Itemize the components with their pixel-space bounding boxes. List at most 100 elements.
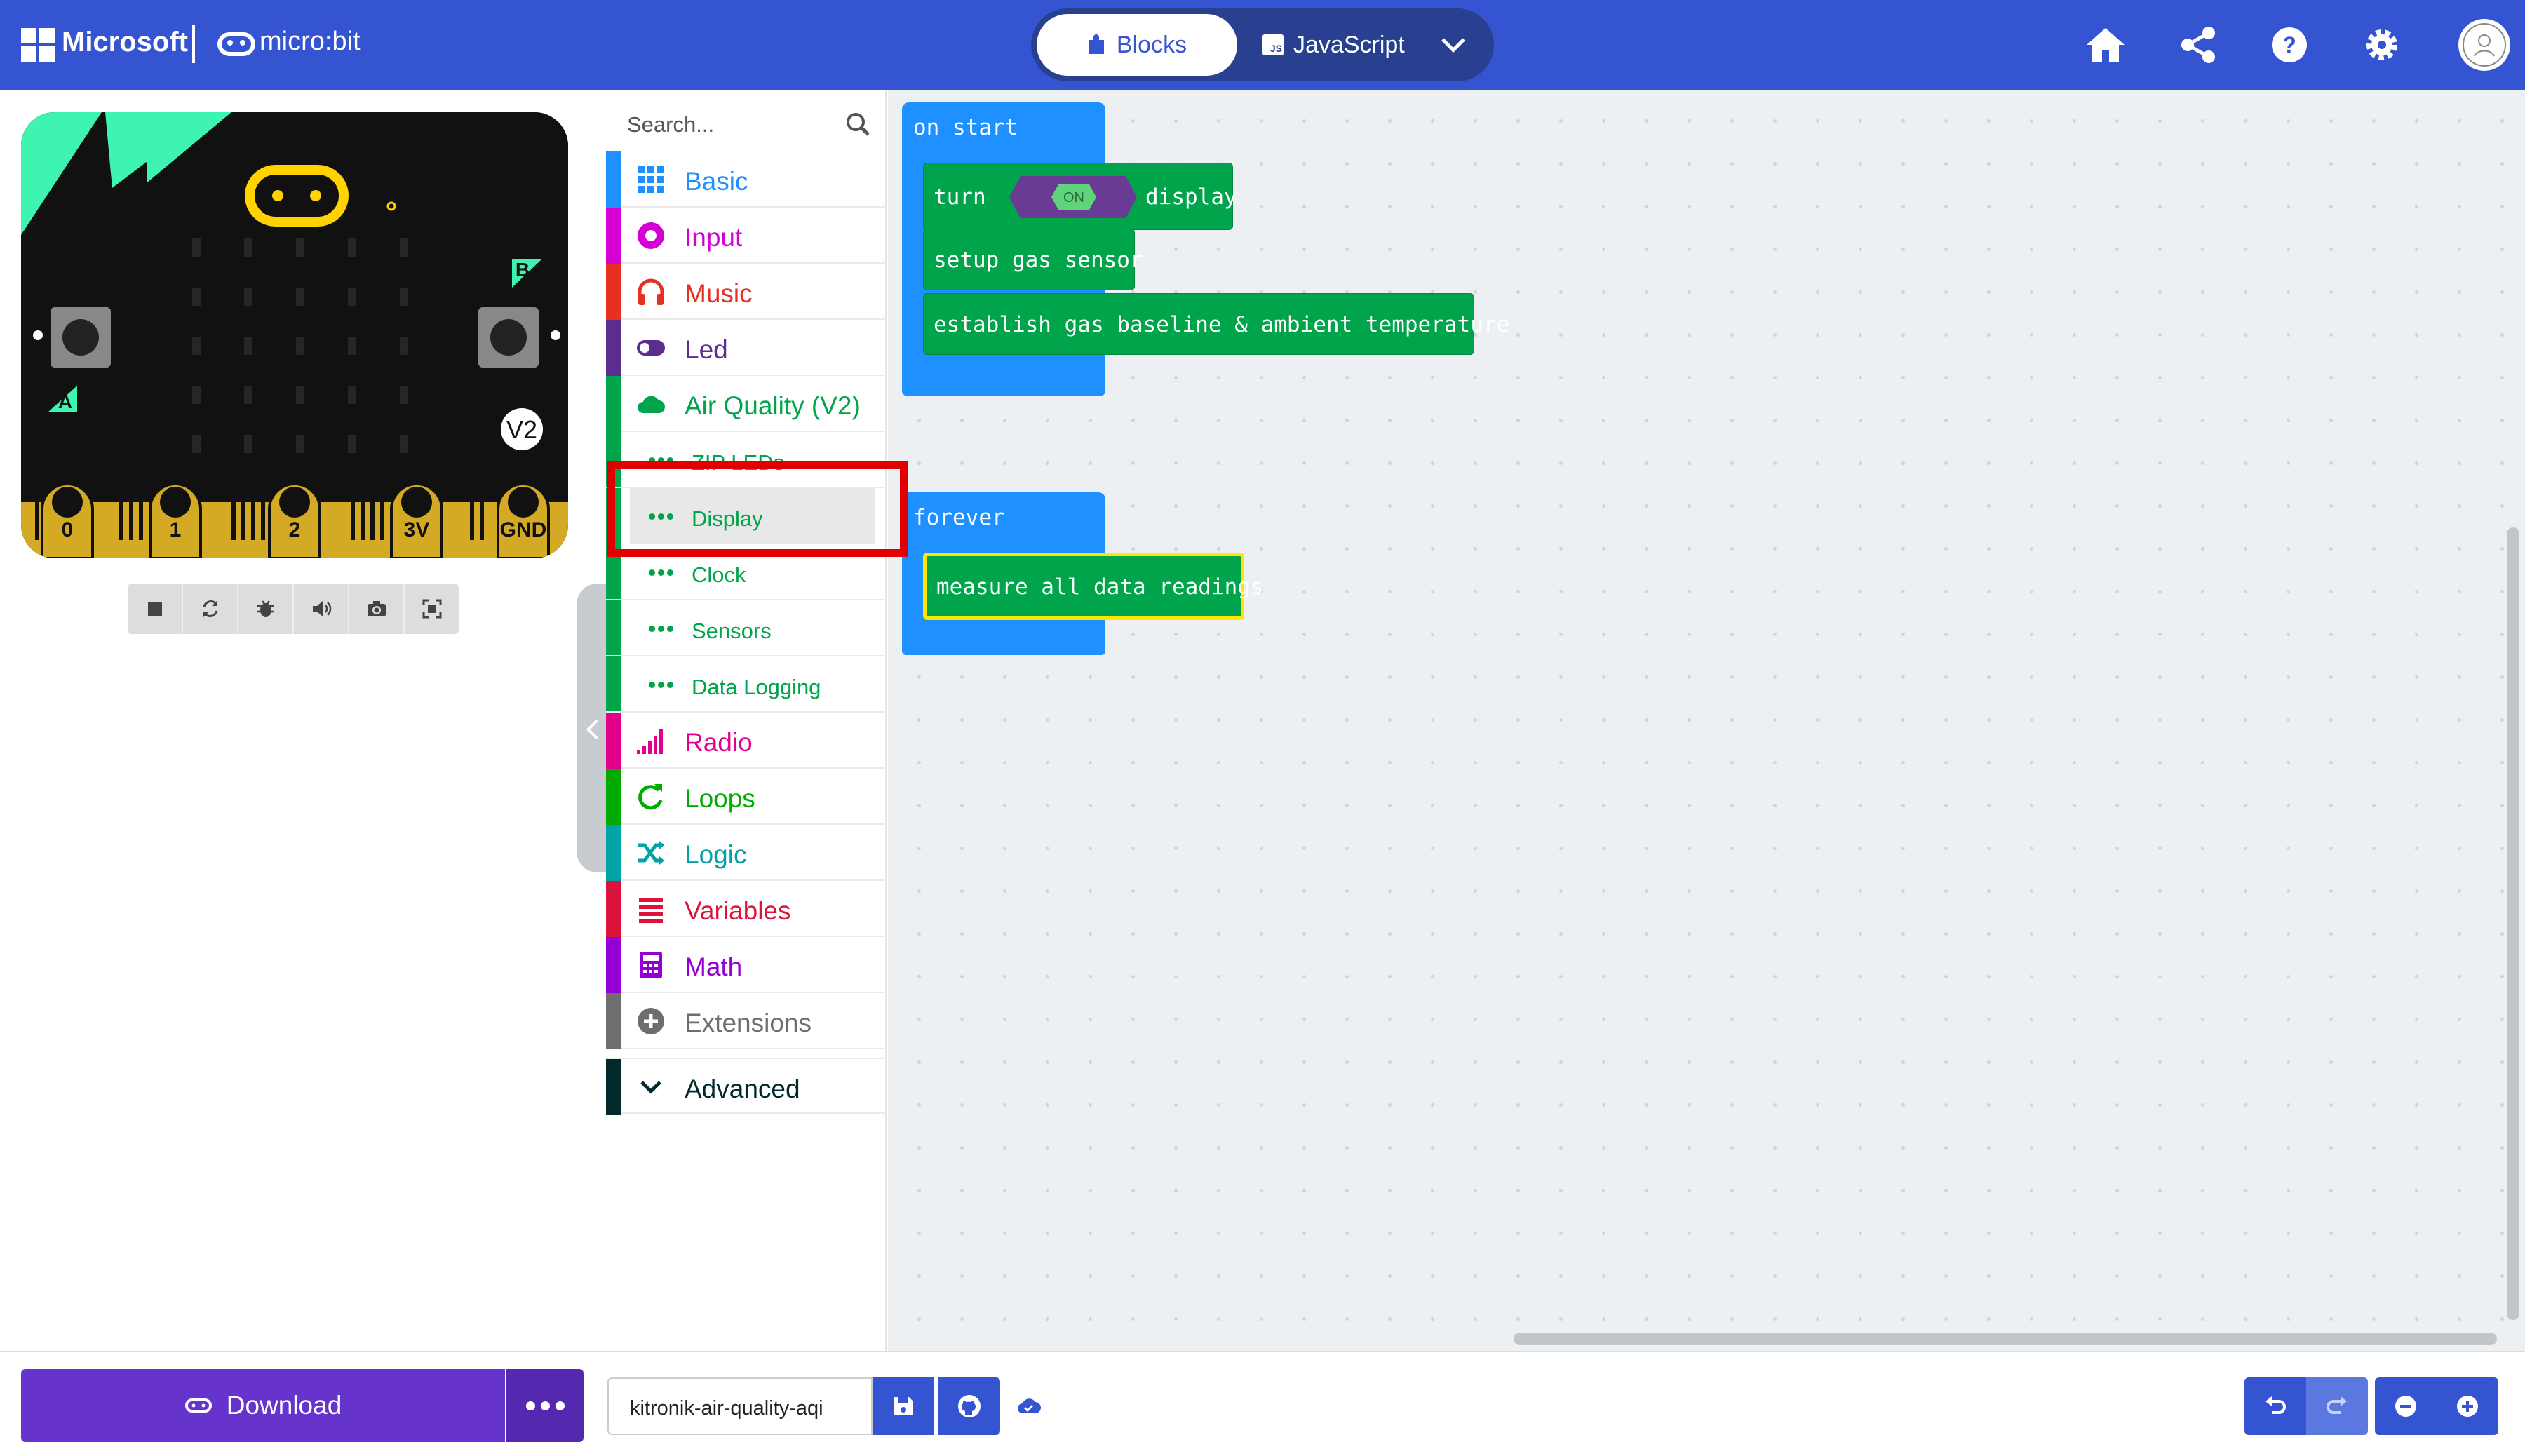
editor-mode-switch: Blocks JS JavaScript — [1031, 8, 1494, 81]
microsoft-brand[interactable]: Microsoft — [62, 27, 188, 58]
home-icon[interactable] — [2082, 21, 2129, 69]
category-color-bar — [606, 881, 621, 937]
category-label: Logic — [685, 840, 747, 869]
toggle-on-label: ON — [1063, 190, 1084, 205]
github-button[interactable] — [938, 1377, 1000, 1435]
horizontal-scrollbar[interactable] — [1514, 1333, 2497, 1345]
establish-baseline-label: establish gas baseline & ambient tempera… — [934, 312, 1510, 337]
tab-javascript[interactable]: JS JavaScript — [1262, 22, 1405, 67]
screenshot-icon[interactable] — [349, 584, 405, 634]
category-label: Basic — [685, 167, 748, 196]
category-color-bar — [606, 320, 621, 376]
microbit-simulator[interactable]: A B V2 0 1 2 3V GND — [21, 112, 568, 558]
microbit-brand[interactable]: micro:bit — [260, 27, 361, 57]
display-label: display — [1145, 184, 1237, 210]
category-input[interactable]: Input — [606, 208, 887, 264]
zoom-out-button[interactable] — [2375, 1377, 2437, 1435]
gear-icon[interactable] — [2358, 21, 2406, 69]
svg-text:?: ? — [2282, 32, 2296, 58]
download-button[interactable]: Download — [21, 1369, 505, 1442]
project-name-input[interactable]: kitronik-air-quality-aqi — [607, 1377, 873, 1435]
stop-icon[interactable] — [128, 584, 183, 634]
chevron-down-icon — [635, 1072, 666, 1103]
subcategory-data-logging[interactable]: Data Logging — [606, 656, 887, 713]
fullscreen-icon[interactable] — [405, 584, 459, 634]
category-label: Loops — [685, 784, 755, 813]
category-color-bar — [606, 208, 621, 264]
forever-label: forever — [913, 505, 1005, 530]
vertical-scrollbar[interactable] — [2507, 527, 2519, 1320]
link-icon — [184, 1398, 212, 1413]
pin-2-label: 2 — [289, 518, 301, 541]
tab-blocks-label: Blocks — [1116, 31, 1187, 58]
puzzle-icon — [1088, 34, 1104, 54]
language-dropdown-chevron-icon[interactable] — [1441, 29, 1465, 53]
category-label: Extensions — [685, 1009, 812, 1037]
category-logic[interactable]: Logic — [606, 825, 887, 881]
blocks-workspace[interactable]: on start turn ON display setup gas senso… — [888, 90, 2525, 1351]
sound-icon[interactable] — [294, 584, 349, 634]
dots-icon — [645, 613, 676, 644]
pin-1-label: 1 — [170, 518, 182, 541]
category-extensions[interactable]: Extensions — [606, 993, 887, 1049]
tab-blocks[interactable]: Blocks — [1037, 14, 1237, 76]
download-more-button[interactable] — [506, 1369, 584, 1442]
redo-button[interactable] — [2306, 1377, 2368, 1435]
category-math[interactable]: Math — [606, 937, 887, 993]
restart-icon[interactable] — [183, 584, 238, 634]
dots-icon — [645, 669, 676, 700]
microsoft-logo-icon — [21, 28, 55, 62]
avatar[interactable] — [2456, 17, 2512, 73]
category-radio[interactable]: Radio — [606, 713, 887, 769]
cloud-status-icon[interactable] — [999, 1377, 1059, 1435]
category-color-bar — [606, 993, 621, 1049]
button-a-label: A — [58, 391, 72, 412]
category-loops[interactable]: Loops — [606, 769, 887, 825]
dots-icon — [645, 557, 676, 588]
turn-label: turn — [934, 184, 986, 210]
measure-all-data-block[interactable]: measure all data readings — [923, 553, 1264, 620]
category-air-quality[interactable]: Air Quality (V2) — [606, 376, 887, 1049]
loop-icon — [635, 781, 666, 812]
category-advanced[interactable]: Advanced — [606, 1058, 887, 1115]
category-basic[interactable]: Basic — [606, 151, 887, 208]
category-label: Clock — [692, 562, 746, 587]
redo-icon — [2327, 1396, 2347, 1414]
microbit-logo-icon — [217, 32, 255, 56]
category-label: Air Quality (V2) — [685, 391, 861, 420]
search-input[interactable]: Search... — [627, 112, 714, 137]
toolbox-search[interactable]: Search... — [606, 98, 887, 151]
signal-icon — [635, 725, 666, 756]
subcategory-sensors[interactable]: Sensors — [606, 600, 887, 656]
on-off-toggle[interactable]: ON — [1008, 173, 1138, 221]
top-bar: Microsoft micro:bit Blocks JS JavaScript… — [0, 0, 2525, 90]
help-icon[interactable]: ? — [2265, 21, 2313, 69]
share-icon[interactable] — [2174, 21, 2222, 69]
brand-divider — [192, 25, 195, 63]
save-button[interactable] — [873, 1377, 934, 1435]
grid-icon — [635, 164, 666, 195]
search-icon[interactable] — [844, 111, 873, 139]
category-music[interactable]: Music — [606, 264, 887, 320]
category-label: Math — [685, 952, 743, 981]
collapse-simulator-button[interactable] — [577, 584, 607, 872]
establish-baseline-block[interactable]: establish gas baseline & ambient tempera… — [923, 293, 1509, 355]
debug-icon[interactable] — [238, 584, 294, 634]
category-color-bar — [606, 825, 621, 881]
category-color-bar — [606, 151, 621, 208]
plus-circle-icon — [635, 1006, 666, 1037]
save-icon — [894, 1397, 913, 1415]
github-icon — [958, 1395, 981, 1417]
category-variables[interactable]: Variables — [606, 881, 887, 937]
category-color-bar — [606, 1059, 621, 1115]
turn-display-block[interactable]: turn ON display — [923, 163, 1237, 230]
cloud-icon — [635, 389, 666, 419]
undo-button[interactable] — [2244, 1377, 2306, 1435]
category-led[interactable]: Led — [606, 320, 887, 376]
category-label: Sensors — [692, 619, 772, 643]
measure-all-data-label: measure all data readings — [936, 574, 1264, 600]
setup-gas-sensor-block[interactable]: setup gas sensor — [923, 229, 1143, 290]
zoom-out-icon — [2395, 1396, 2416, 1417]
zoom-in-button[interactable] — [2437, 1377, 2498, 1435]
category-color-bar — [606, 937, 621, 993]
